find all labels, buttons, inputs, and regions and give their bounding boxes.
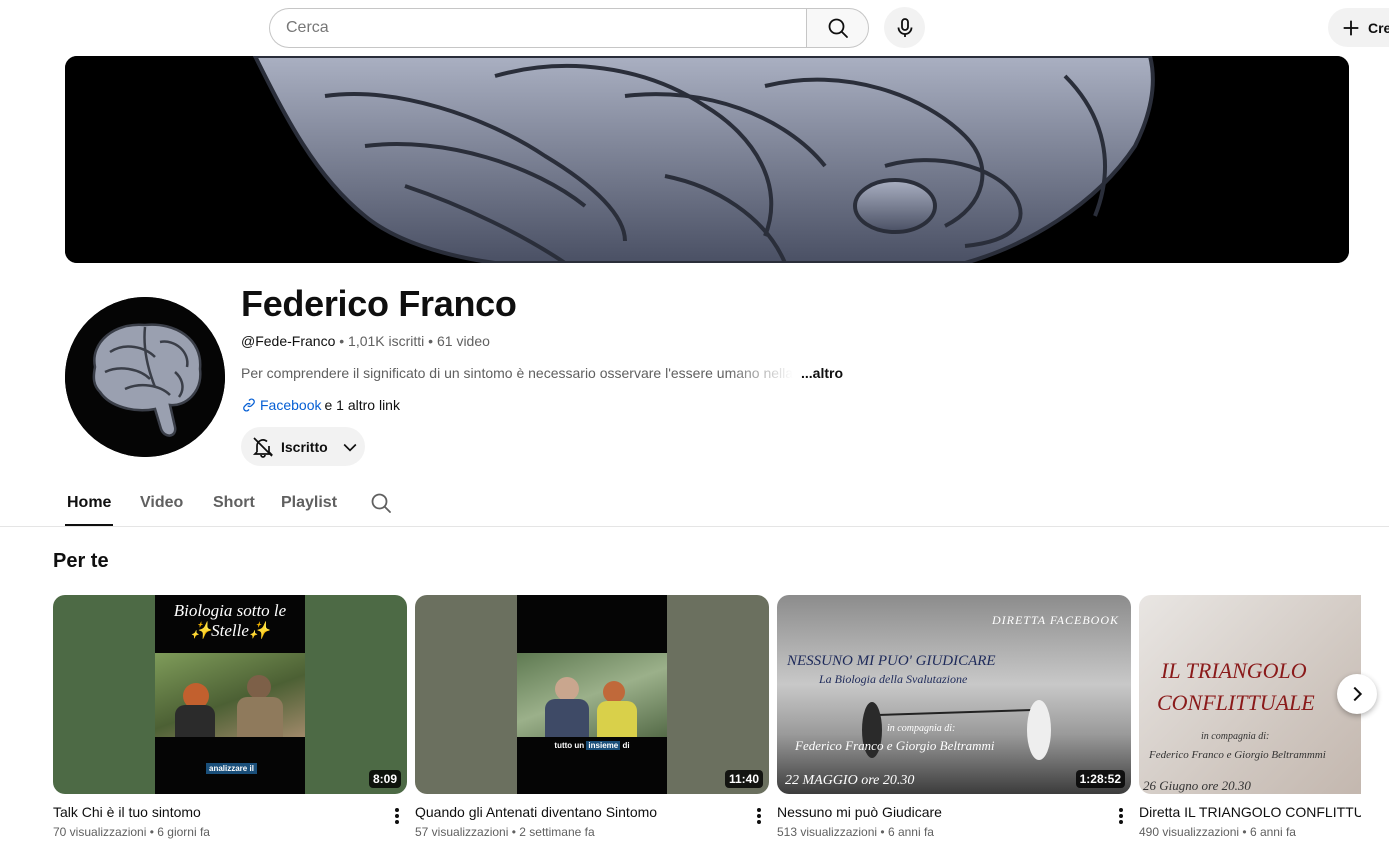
more-vert-icon[interactable]	[389, 806, 405, 826]
thumbnail-caption: analizzare il	[206, 763, 257, 774]
thumbnail-names: Federico Franco e Giorgio Beltrammi	[795, 738, 995, 753]
video-meta: 513 visualizzazioni • 6 anni fa	[777, 825, 934, 839]
search-icon[interactable]	[369, 491, 393, 515]
more-links-button[interactable]: e 1 altro link	[324, 396, 399, 414]
video-thumbnail[interactable]: tutto un insieme di 11:40	[415, 595, 769, 794]
thumbnail-title-line2: CONFLITTUALE	[1157, 690, 1315, 715]
channel-handle: @Fede-Franco	[241, 333, 336, 349]
search-input[interactable]	[269, 8, 806, 48]
thumbnail-names: Federico Franco e Giorgio Beltrammmi	[1149, 749, 1326, 761]
meta-separator: •	[1239, 825, 1250, 839]
search-button[interactable]	[806, 8, 869, 48]
video-meta: 57 visualizzazioni • 2 settimane fa	[415, 825, 595, 839]
meta-separator: •	[508, 825, 520, 839]
description-text: Per comprendere il significato di un sin…	[241, 365, 793, 381]
thumbnail-with: in compagnia di:	[887, 723, 956, 734]
bell-off-icon	[252, 436, 274, 458]
meta-separator: •	[335, 333, 349, 349]
video-meta: 490 visualizzazioni • 6 anni fa	[1139, 825, 1296, 839]
subscribed-button[interactable]: Iscritto	[241, 427, 365, 466]
masthead: Cre	[0, 0, 1389, 56]
video-views: 490 visualizzazioni	[1139, 825, 1240, 839]
description-more-button[interactable]: ...altro	[801, 364, 843, 382]
create-button[interactable]: Cre	[1328, 8, 1389, 47]
video-duration: 1:28:52	[1075, 770, 1125, 788]
thumbnail-with: in compagnia di:	[1201, 731, 1270, 742]
link-icon	[243, 398, 255, 412]
channel-description[interactable]: Per comprendere il significato di un sin…	[241, 364, 843, 382]
chevron-right-icon	[1353, 686, 1363, 702]
video-count: 61 video	[436, 333, 490, 349]
thumbnail-caption: tutto un insieme di	[517, 741, 667, 750]
video-title[interactable]: Talk Chi è il tuo sintomo	[53, 803, 201, 821]
channel-links: Facebook e 1 altro link	[241, 396, 400, 414]
chevron-down-icon	[343, 443, 357, 452]
video-title[interactable]: Diretta IL TRIANGOLO CONFLITTUALE	[1139, 803, 1361, 821]
meta-separator: •	[146, 825, 158, 839]
thumbnail-photo	[517, 653, 667, 737]
video-thumbnail[interactable]: DIRETTA FACEBOOK NESSUNO MI PUO' GIUDICA…	[777, 595, 1131, 794]
video-card[interactable]: DIRETTA FACEBOOK NESSUNO MI PUO' GIUDICA…	[777, 595, 1131, 839]
active-tab-indicator	[65, 524, 113, 526]
caption-part: di	[622, 741, 630, 750]
video-shelf: Biologia sotto le ✨Stelle✨ analizzare il…	[0, 595, 1361, 855]
thumbnail-illustration	[862, 700, 1051, 760]
facebook-link[interactable]: Facebook	[260, 396, 321, 414]
create-label: Cre	[1368, 19, 1389, 36]
video-age: 6 anni fa	[887, 825, 934, 839]
video-meta: 70 visualizzazioni • 6 giorni fa	[53, 825, 210, 839]
plus-icon	[1343, 20, 1359, 35]
meta-separator: •	[424, 333, 437, 349]
channel-name: Federico Franco	[241, 283, 517, 324]
video-card[interactable]: tutto un insieme di 11:40 Quando gli Ant…	[415, 595, 769, 839]
thumbnail-date: 26 Giugno ore 20.30	[1143, 778, 1251, 793]
video-age: 2 settimane fa	[519, 825, 595, 839]
video-duration: 8:09	[368, 770, 401, 788]
video-title[interactable]: Nessuno mi può Giudicare	[777, 803, 942, 821]
video-card[interactable]: Biologia sotto le ✨Stelle✨ analizzare il…	[53, 595, 407, 839]
thumbnail-date: 22 MAGGIO ore 20.30	[785, 773, 915, 788]
channel-avatar[interactable]	[65, 297, 225, 457]
video-title[interactable]: Quando gli Antenati diventano Sintomo	[415, 803, 657, 821]
more-vert-icon[interactable]	[751, 806, 767, 826]
voice-search-button[interactable]	[884, 7, 925, 48]
video-views: 513 visualizzazioni	[777, 825, 878, 839]
video-thumbnail[interactable]: IL TRIANGOLO CONFLITTUALE in compagnia d…	[1139, 595, 1361, 794]
tab-home[interactable]: Home	[67, 494, 111, 512]
meta-separator: •	[877, 825, 888, 839]
tab-playlist[interactable]: Playlist	[281, 494, 337, 512]
more-vert-icon[interactable]	[1113, 806, 1129, 826]
brain-hands-avatar-icon	[65, 297, 225, 457]
tab-video[interactable]: Video	[140, 494, 183, 512]
mic-icon	[897, 17, 912, 37]
video-thumbnail[interactable]: Biologia sotto le ✨Stelle✨ analizzare il…	[53, 595, 407, 794]
subscriber-count: 1,01K iscritti	[348, 333, 425, 349]
subscribed-label: Iscritto	[281, 438, 328, 455]
video-card[interactable]: IL TRIANGOLO CONFLITTUALE in compagnia d…	[1139, 595, 1361, 839]
video-age: 6 anni fa	[1249, 825, 1296, 839]
section-title: Per te	[53, 550, 109, 572]
video-age: 6 giorni fa	[157, 825, 210, 839]
tab-short[interactable]: Short	[213, 494, 255, 512]
caption-highlight: insieme	[586, 741, 621, 750]
channel-meta: @Fede-Franco • 1,01K iscritti • 61 video	[241, 332, 490, 350]
search-box	[269, 8, 869, 48]
video-duration: 11:40	[724, 770, 763, 788]
shelf-next-button[interactable]	[1337, 674, 1377, 714]
search-icon	[828, 18, 848, 38]
video-views: 70 visualizzazioni	[53, 825, 147, 839]
thumbnail-photo	[155, 653, 305, 737]
channel-tabs: Home Video Short Playlist	[0, 482, 1389, 527]
thumbnail-title: Biologia sotto le ✨Stelle✨	[173, 601, 287, 640]
thumbnail-title-line1: IL TRIANGOLO	[1161, 658, 1307, 683]
channel-banner	[65, 56, 1349, 263]
video-views: 57 visualizzazioni	[415, 825, 509, 839]
caption-part: tutto un	[554, 741, 585, 750]
